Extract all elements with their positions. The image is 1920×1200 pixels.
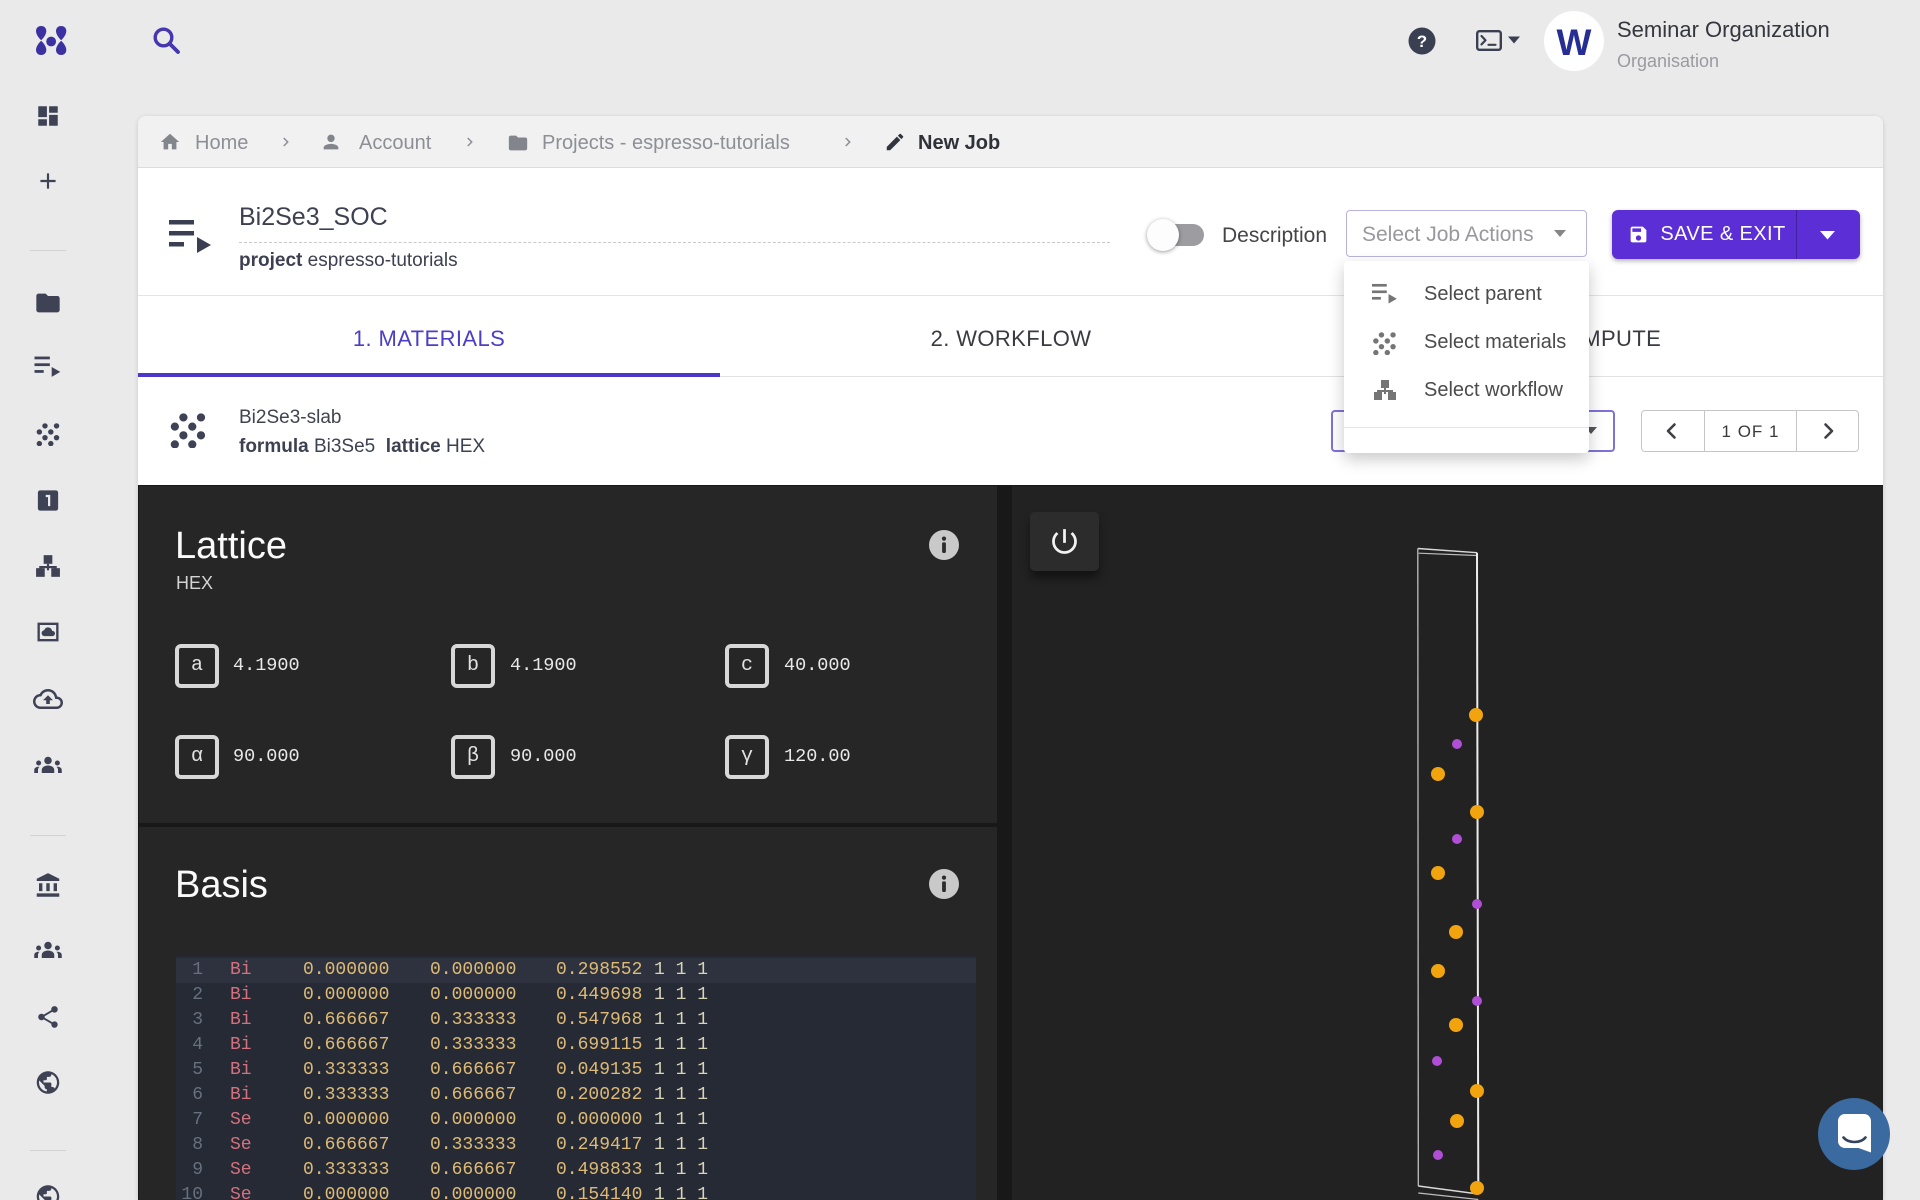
svg-text:?: ?	[1417, 32, 1427, 51]
